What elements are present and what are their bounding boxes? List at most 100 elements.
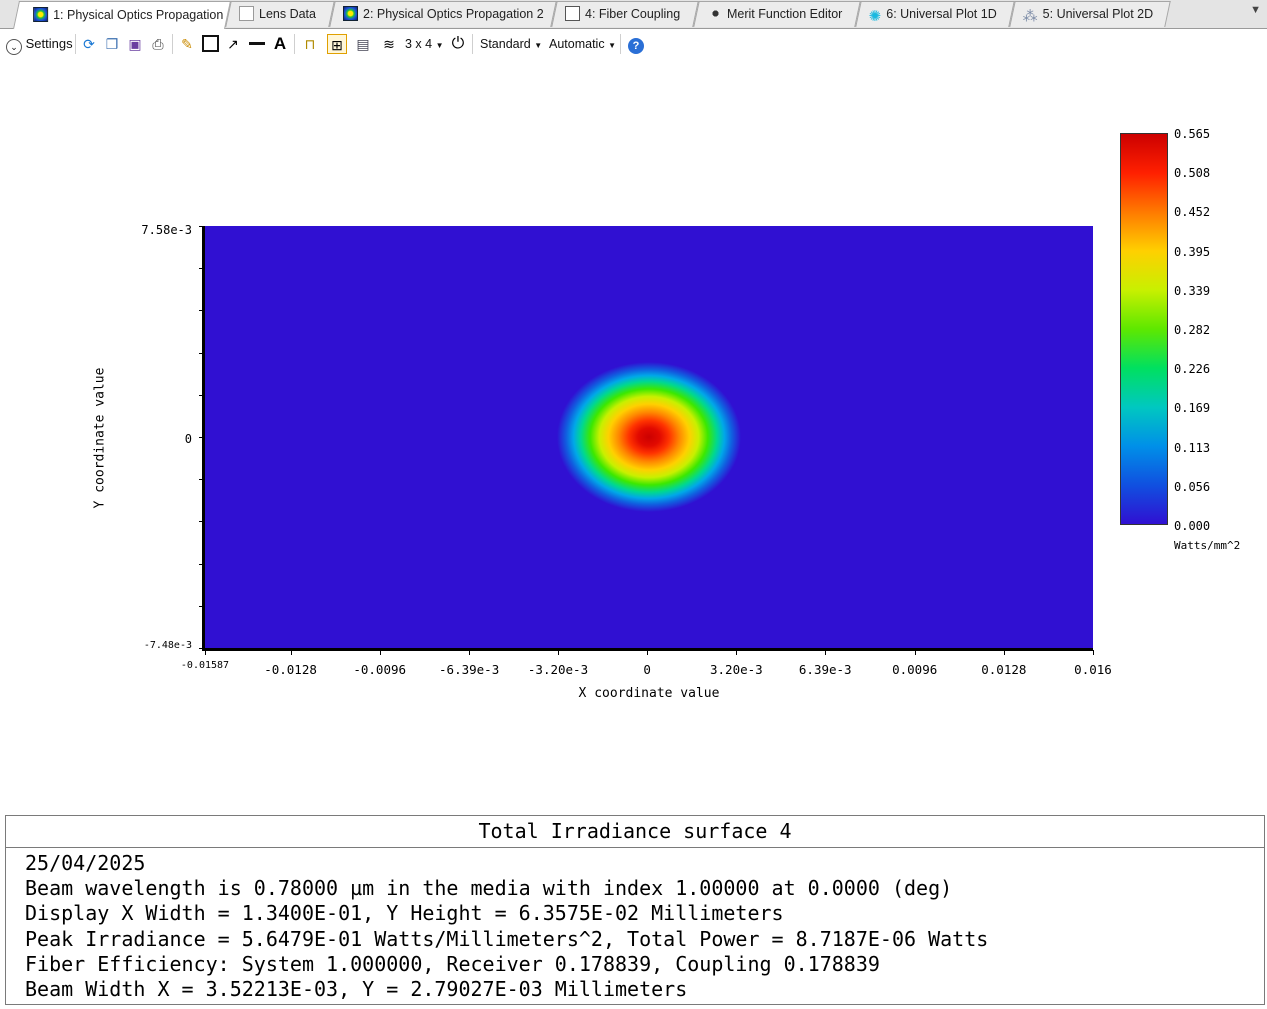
automatic-label: Automatic [549, 37, 605, 51]
info-wavelength: Beam wavelength is 0.78000 µm in the med… [25, 876, 953, 901]
toolbar-separator [172, 34, 173, 54]
power-icon[interactable]: ⏻ [448, 34, 468, 54]
colorbar-tick-label: 0.395 [1174, 244, 1211, 259]
settings-button[interactable]: ⌄ Settings [6, 33, 73, 55]
tab-overflow-icon[interactable]: ▼ [1250, 4, 1261, 16]
irradiance-heatmap [205, 226, 1093, 648]
chevron-down-icon: ▼ [435, 41, 444, 50]
x-tick-label: -3.20e-3 [527, 662, 589, 677]
pencil-icon[interactable]: ✎ [177, 34, 197, 54]
x-tick-mark [558, 650, 560, 655]
tab-label: 2: Physical Optics Propagation 2 [363, 7, 544, 21]
toolbar-separator [620, 34, 621, 54]
tab-merit-function-editor[interactable]: Merit Function Editor [693, 1, 861, 27]
tab-label: 1: Physical Optics Propagation [53, 8, 224, 22]
rectangle-icon[interactable] [200, 34, 220, 54]
tab-label: Merit Function Editor [727, 7, 843, 21]
y-axis-line [202, 226, 205, 651]
tab-label: 4: Fiber Coupling [585, 7, 681, 21]
y-tick-mark [199, 563, 204, 565]
stack-icon[interactable]: ≋ [379, 34, 399, 54]
analysis-toolbar: ⌄ Settings ⟳ ❐ ▣ ⎙ ✎ ↗ A ⊓ ⊞ ▤ ≋ 3 x 4 ▼… [0, 29, 1267, 59]
x-tick-label: -0.01587 [180, 660, 230, 671]
pop-analysis-icon [33, 7, 49, 22]
colorbar-unit: Watts/mm^2 [1174, 539, 1241, 552]
x-axis-label: X coordinate value [578, 686, 720, 701]
refresh-icon[interactable]: ⟳ [79, 34, 99, 54]
y-tick-label: 0 [184, 432, 192, 446]
colorbar-tick-label: 0.113 [1174, 440, 1211, 455]
colorbar-tick-label: 0.565 [1174, 127, 1211, 141]
tab-label: 6: Universal Plot 1D [886, 7, 997, 21]
y-tick-mark [199, 268, 204, 270]
info-beam-width: Beam Width X = 3.52213E-03, Y = 2.79027E… [25, 977, 688, 1002]
tab-bar: 1: Physical Optics Propagation✕ Lens Dat… [0, 0, 1267, 29]
x-tick-label: 0.0128 [981, 662, 1027, 677]
colorbar-tick-label: 0.169 [1174, 401, 1211, 416]
text-icon[interactable]: A [270, 34, 290, 54]
arrow-icon[interactable]: ↗ [223, 34, 243, 54]
x-tick-mark [736, 650, 738, 655]
chevron-down-icon: ⌄ [6, 39, 22, 55]
x-tick-mark [647, 650, 649, 655]
print-icon[interactable]: ⎙ [148, 34, 168, 54]
x-tick-label: 6.39e-3 [798, 662, 852, 677]
tab-fiber-coupling[interactable]: 4: Fiber Coupling [551, 1, 699, 27]
settings-label: Settings [25, 36, 73, 51]
y-tick-mark [199, 352, 204, 354]
x-tick-label: 0.0096 [892, 662, 938, 677]
y-tick-mark [199, 437, 204, 438]
universal-plot-2d-icon: ⁂ [1022, 8, 1038, 25]
x-tick-mark [205, 650, 206, 655]
toolbar-separator [294, 34, 295, 54]
info-peak-irradiance: Peak Irradiance = 5.6479E-01 Watts/Milli… [25, 926, 989, 951]
colorbar-tick-label: 0.056 [1174, 479, 1211, 494]
toolbar-separator [472, 34, 473, 54]
toolbar-separator [75, 34, 76, 54]
colorbar-tick-label: 0.282 [1174, 323, 1211, 337]
y-tick-mark [199, 394, 204, 396]
layout-dropdown[interactable]: 3 x 4 ▼ [405, 33, 444, 55]
tab-lens-data[interactable]: Lens Data [225, 1, 335, 27]
tab-label: Lens Data [259, 7, 316, 21]
windows-icon[interactable]: ▤ [353, 34, 373, 54]
tab-physical-optics-propagation[interactable]: 1: Physical Optics Propagation✕ [13, 1, 231, 29]
info-title: Total Irradiance surface 4 [6, 816, 1264, 848]
colorbar-tick-label: 0.226 [1174, 362, 1211, 377]
y-tick-mark [199, 648, 204, 649]
colorbar-tick-label: 0.452 [1174, 205, 1211, 220]
y-tick-label: -7.48e-3 [143, 640, 192, 651]
tab-label: 5: Universal Plot 2D [1042, 7, 1154, 21]
x-tick-mark [469, 650, 471, 655]
help-icon[interactable]: ? [626, 34, 646, 54]
save-icon[interactable]: ▣ [125, 34, 145, 54]
colorbar [1120, 133, 1168, 525]
x-tick-mark [1093, 650, 1094, 655]
info-date: 25/04/2025 [25, 851, 146, 875]
automatic-dropdown[interactable]: Automatic ▼ [549, 33, 616, 55]
standard-dropdown[interactable]: Standard ▼ [480, 33, 542, 55]
fiber-coupling-icon [565, 6, 580, 21]
x-tick-mark [825, 650, 827, 655]
colorbar-tick-label: 0.000 [1174, 519, 1211, 533]
lock-icon[interactable]: ⊓ [300, 34, 320, 54]
pop-analysis-icon [343, 6, 358, 21]
colorbar-tick-label: 0.508 [1174, 166, 1211, 181]
line-icon[interactable] [247, 34, 267, 54]
merit-function-icon [709, 6, 722, 21]
tab-physical-optics-propagation-2[interactable]: 2: Physical Optics Propagation 2 [329, 1, 557, 27]
x-tick-label: 0 [643, 662, 651, 677]
grid-icon[interactable]: ⊞ [327, 34, 347, 54]
y-tick-label: 7.58e-3 [141, 223, 192, 237]
x-tick-label: 0.016 [1074, 662, 1112, 677]
x-tick-label: -6.39e-3 [439, 662, 500, 677]
tab-universal-plot-1d[interactable]: ✺ 6: Universal Plot 1D [855, 1, 1015, 27]
y-tick-mark [199, 479, 204, 481]
y-tick-mark [199, 226, 204, 227]
info-panel: Total Irradiance surface 4 25/04/2025 Be… [5, 815, 1265, 1005]
layout-label: 3 x 4 [405, 37, 433, 51]
tab-universal-plot-2d[interactable]: ⁂ 5: Universal Plot 2D [1009, 1, 1171, 27]
x-tick-mark [379, 650, 381, 655]
copy-icon[interactable]: ❐ [102, 34, 122, 54]
x-tick-mark [914, 650, 916, 655]
